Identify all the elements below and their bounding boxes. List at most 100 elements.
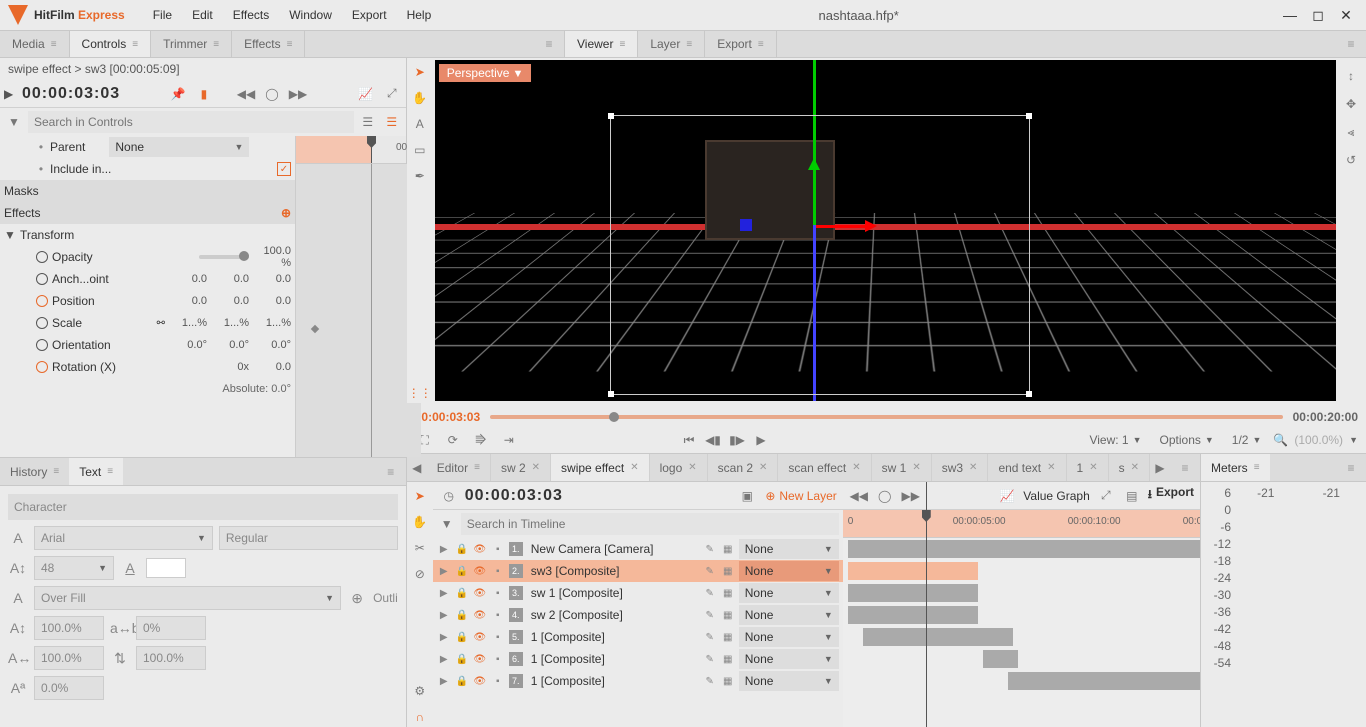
editor-tab[interactable]: Editor≡ — [427, 454, 491, 481]
editor-tab[interactable]: 1✕ — [1067, 454, 1109, 481]
lock-icon[interactable]: 🔒 — [455, 676, 469, 687]
close-button[interactable]: ✕ — [1334, 5, 1358, 25]
new-layer-button[interactable]: ⊕New Layer — [765, 489, 836, 503]
layer-row[interactable]: ▶🔒👁▪3.sw 1 [Composite]✎▦None▼ — [433, 582, 843, 604]
prev-key-icon[interactable]: ◀◀ — [849, 486, 869, 506]
panel-menu-icon[interactable]: ≡ — [534, 31, 564, 57]
goto-start-icon[interactable]: ⏮ — [679, 430, 699, 450]
maximize-button[interactable]: ◻ — [1306, 5, 1330, 25]
editor-tab[interactable]: swipe effect✕ — [551, 454, 650, 481]
range-icon[interactable]: ⇥ — [499, 430, 519, 450]
step-fwd-icon[interactable]: ▮▶ — [727, 430, 747, 450]
eye-icon[interactable]: 👁 — [473, 676, 487, 687]
prop-value[interactable]: 100.0 % — [253, 245, 291, 269]
filter-icon[interactable]: ▼ — [4, 112, 24, 132]
timeline-clip[interactable] — [848, 540, 1200, 558]
size-input[interactable]: 48▼ — [34, 556, 114, 580]
menu-effects[interactable]: Effects — [225, 4, 277, 26]
keyframe-toggle[interactable] — [36, 295, 48, 307]
timeline-clip[interactable] — [848, 606, 978, 624]
parent-dropdown[interactable]: None▼ — [739, 627, 839, 647]
parent-dropdown[interactable]: None▼ — [739, 561, 839, 581]
keyframe-toggle[interactable] — [36, 361, 48, 373]
text-tool-icon[interactable]: A — [410, 114, 430, 134]
prop-value[interactable]: 0.0° — [211, 339, 249, 351]
disclosure-icon[interactable]: ▶ — [4, 87, 16, 101]
fill-dropdown[interactable]: Over Fill▼ — [34, 586, 341, 610]
panel-menu-icon[interactable]: ≡ — [376, 458, 406, 485]
export-button[interactable]: ⭳ Export — [1148, 485, 1194, 506]
edit-icon[interactable]: ✎ — [703, 544, 717, 555]
close-tab-icon[interactable]: ✕ — [759, 462, 767, 473]
timeline-clip[interactable] — [863, 628, 1013, 646]
close-tab-icon[interactable]: ✕ — [532, 462, 540, 473]
controls-timeline[interactable]: 00:00:05:00 00:00:10:00 — [295, 136, 406, 457]
edit-icon[interactable]: ✎ — [703, 632, 717, 643]
solo-icon[interactable]: ▪ — [491, 588, 505, 599]
opacity-slider[interactable] — [199, 255, 249, 259]
editor-tab[interactable]: logo✕ — [650, 454, 708, 481]
controls-search-input[interactable] — [28, 111, 354, 133]
timeline-clip[interactable] — [1008, 672, 1200, 690]
disclosure-icon[interactable]: ▶ — [437, 676, 451, 687]
edit-icon[interactable]: ✎ — [703, 566, 717, 577]
editor-tab[interactable]: sw3✕ — [932, 454, 989, 481]
value-graph-label[interactable]: Value Graph — [1023, 489, 1090, 503]
list-icon-2[interactable]: ☰ — [382, 112, 402, 132]
parent-dropdown[interactable]: None▼ — [739, 605, 839, 625]
include-checkbox[interactable]: ✓ — [277, 162, 291, 176]
layers-icon[interactable]: ▤ — [1122, 486, 1142, 506]
ratio-dropdown[interactable]: 1/2 ▼ — [1226, 431, 1268, 449]
timeline-ruler[interactable]: 0 00:00:05:00 00:00:10:00 00:00:15:00 — [843, 510, 1200, 538]
solo-icon[interactable]: ▪ — [491, 632, 505, 643]
close-tab-icon[interactable]: ✕ — [852, 462, 860, 473]
meters-tab[interactable]: Meters≡ — [1201, 454, 1270, 481]
editor-tab[interactable]: end text✕ — [988, 454, 1066, 481]
layer-name[interactable]: sw3 [Composite] — [527, 564, 699, 578]
lock-icon[interactable]: 🔒 — [455, 632, 469, 643]
prev-key-icon[interactable]: ◀◀ — [236, 84, 256, 104]
transform-header[interactable]: ▼ Transform — [0, 224, 295, 246]
step-back-icon[interactable]: ◀▮ — [703, 430, 723, 450]
color-swatch[interactable] — [146, 558, 186, 578]
fx-icon[interactable]: ▦ — [721, 544, 735, 555]
baseline-input[interactable]: 0.0% — [34, 676, 104, 700]
panel-menu-icon[interactable]: ≡ — [1336, 454, 1366, 481]
solo-icon[interactable]: ▪ — [491, 654, 505, 665]
layer-name[interactable]: 1 [Composite] — [527, 674, 699, 688]
perspective-dropdown[interactable]: Perspective ▼ — [439, 64, 532, 82]
layer-name[interactable]: sw 1 [Composite] — [527, 586, 699, 600]
layer-name[interactable]: New Camera [Camera] — [527, 542, 699, 556]
fx-icon[interactable]: ▦ — [721, 588, 735, 599]
panel-tab-trimmer[interactable]: Trimmer≡ — [151, 31, 232, 57]
pin-icon[interactable]: 📌 — [168, 84, 188, 104]
export-range-icon[interactable]: ⭆ — [471, 430, 491, 450]
eye-icon[interactable]: 👁 — [473, 588, 487, 599]
panel-tab-export[interactable]: Export≡ — [705, 31, 777, 57]
close-tab-icon[interactable]: ✕ — [1089, 462, 1097, 473]
effects-header[interactable]: Effects ⊕ — [0, 202, 295, 224]
keyframe-toggle[interactable] — [36, 251, 48, 263]
gear-icon[interactable]: ⚙ — [410, 681, 430, 701]
select-tool-icon[interactable]: ➤ — [410, 486, 430, 506]
tab-text[interactable]: Text≡ — [69, 458, 123, 485]
add-effect-icon[interactable]: ⊕ — [281, 206, 291, 220]
disclosure-icon[interactable]: ▶ — [437, 566, 451, 577]
next-key-icon[interactable]: ▶▶ — [288, 84, 308, 104]
keyframe-toggle[interactable] — [36, 339, 48, 351]
solo-icon[interactable]: ▪ — [491, 544, 505, 555]
close-tab-icon[interactable]: ✕ — [1131, 462, 1139, 473]
layer-name[interactable]: 1 [Composite] — [527, 630, 699, 644]
close-tab-icon[interactable]: ✕ — [630, 462, 638, 473]
menu-window[interactable]: Window — [281, 4, 340, 26]
edit-icon[interactable]: ✎ — [703, 676, 717, 687]
layer-row[interactable]: ▶🔒👁▪4.sw 2 [Composite]✎▦None▼ — [433, 604, 843, 626]
timeline-search-input[interactable] — [461, 513, 839, 535]
layer-row[interactable]: ▶🔒👁▪2.sw3 [Composite]✎▦None▼ — [433, 560, 843, 582]
move-icon[interactable]: ✥ — [1341, 94, 1361, 114]
select-tool-icon[interactable]: ➤ — [410, 62, 430, 82]
edit-icon[interactable]: ✎ — [703, 610, 717, 621]
parent-dropdown[interactable]: None▼ — [739, 583, 839, 603]
lock-icon[interactable]: 🔒 — [455, 566, 469, 577]
timeline-clip[interactable] — [848, 584, 978, 602]
